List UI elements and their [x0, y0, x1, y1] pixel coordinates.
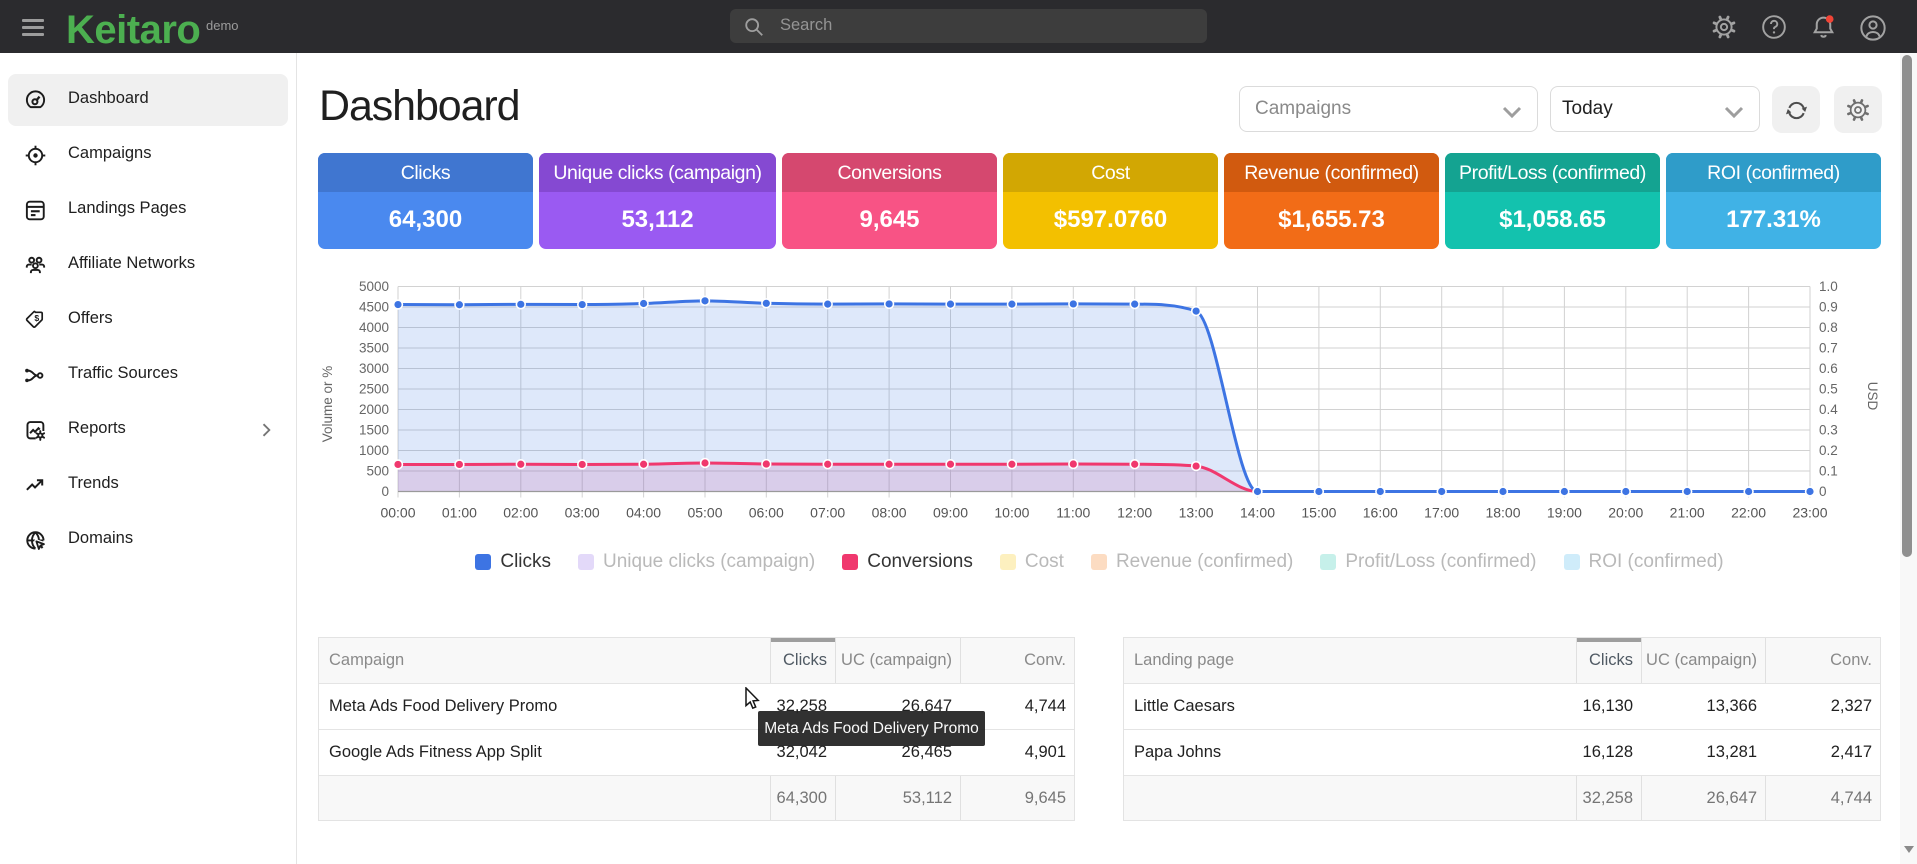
svg-text:09:00: 09:00: [933, 505, 968, 521]
svg-text:0.3: 0.3: [1819, 423, 1838, 438]
svg-text:17:00: 17:00: [1424, 505, 1459, 521]
svg-text:1.0: 1.0: [1819, 279, 1838, 294]
svg-text:02:00: 02:00: [503, 505, 538, 521]
svg-text:03:00: 03:00: [565, 505, 600, 521]
svg-text:0.5: 0.5: [1819, 382, 1838, 397]
svg-text:0.8: 0.8: [1819, 320, 1838, 335]
svg-text:16:00: 16:00: [1363, 505, 1398, 521]
svg-text:23:00: 23:00: [1792, 505, 1827, 521]
svg-text:20:00: 20:00: [1608, 505, 1643, 521]
svg-text:15:00: 15:00: [1301, 505, 1336, 521]
svg-text:3500: 3500: [359, 341, 389, 356]
svg-text:0.9: 0.9: [1819, 300, 1838, 315]
svg-text:21:00: 21:00: [1670, 505, 1705, 521]
svg-text:1500: 1500: [359, 423, 389, 438]
svg-text:0.1: 0.1: [1819, 464, 1838, 479]
svg-text:12:00: 12:00: [1117, 505, 1152, 521]
svg-text:04:00: 04:00: [626, 505, 661, 521]
svg-text:06:00: 06:00: [749, 505, 784, 521]
svg-text:1000: 1000: [359, 443, 389, 458]
svg-text:10:00: 10:00: [994, 505, 1029, 521]
svg-text:Volume or %: Volume or %: [320, 366, 335, 443]
svg-text:2500: 2500: [359, 382, 389, 397]
svg-text:07:00: 07:00: [810, 505, 845, 521]
svg-text:18:00: 18:00: [1485, 505, 1520, 521]
svg-text:05:00: 05:00: [687, 505, 722, 521]
svg-text:4000: 4000: [359, 320, 389, 335]
svg-text:01:00: 01:00: [442, 505, 477, 521]
svg-text:00:00: 00:00: [380, 505, 415, 521]
svg-text:500: 500: [366, 464, 389, 479]
svg-text:5000: 5000: [359, 279, 389, 294]
svg-text:22:00: 22:00: [1731, 505, 1766, 521]
svg-text:$: $: [34, 313, 39, 323]
svg-text:08:00: 08:00: [872, 505, 907, 521]
svg-text:0.6: 0.6: [1819, 361, 1838, 376]
svg-text:0: 0: [1819, 484, 1827, 499]
svg-text:4500: 4500: [359, 300, 389, 315]
svg-text:3000: 3000: [359, 361, 389, 376]
svg-text:0.7: 0.7: [1819, 341, 1838, 356]
svg-text:13:00: 13:00: [1179, 505, 1214, 521]
svg-text:14:00: 14:00: [1240, 505, 1275, 521]
svg-text:USD: USD: [1865, 382, 1880, 411]
svg-text:0.4: 0.4: [1819, 402, 1838, 417]
svg-text:19:00: 19:00: [1547, 505, 1582, 521]
svg-text:0.2: 0.2: [1819, 443, 1838, 458]
svg-text:11:00: 11:00: [1056, 505, 1090, 521]
svg-text:0: 0: [381, 484, 389, 499]
svg-text:2000: 2000: [359, 402, 389, 417]
